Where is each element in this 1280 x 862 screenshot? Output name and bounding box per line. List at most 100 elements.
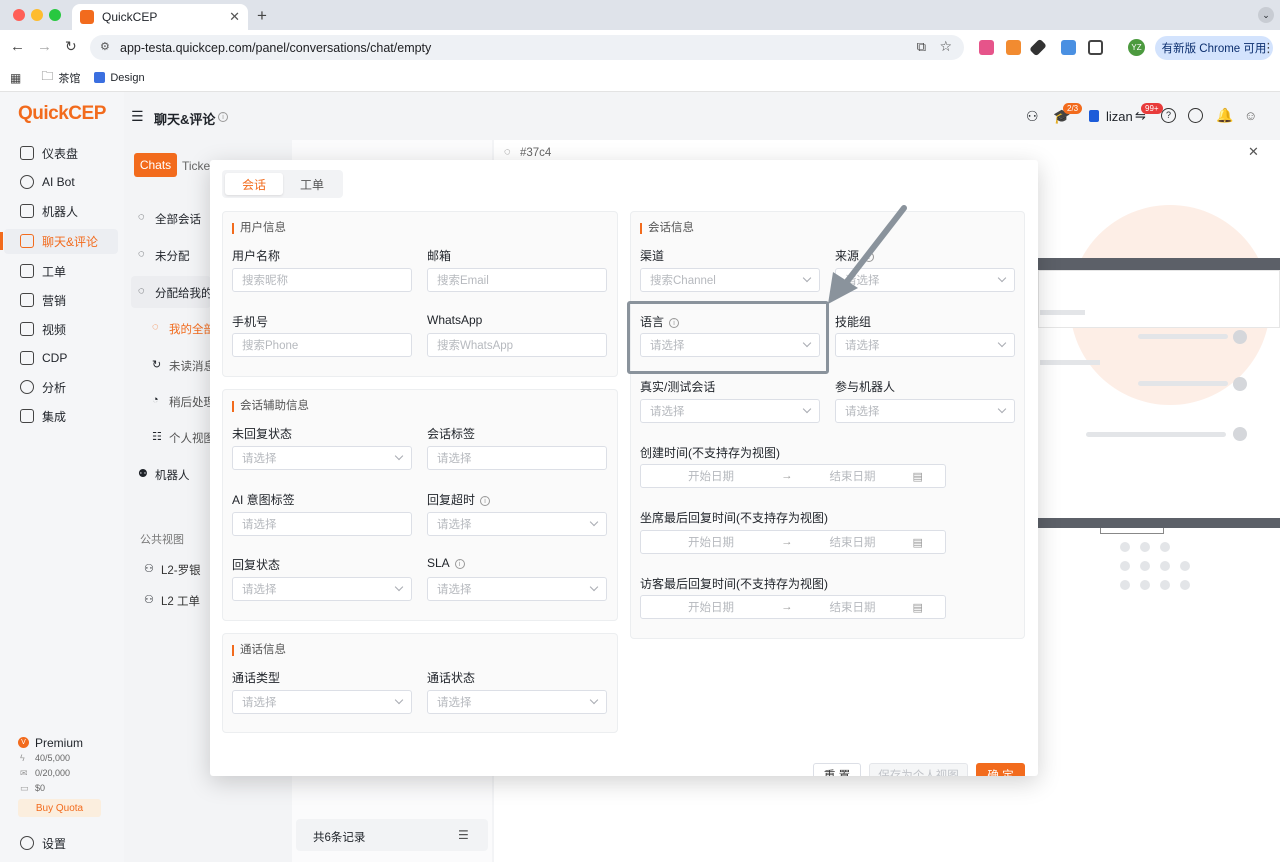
created-date-range[interactable]: 开始日期 → 结束日期 ▤: [640, 464, 946, 488]
public-view-l2-luoyin[interactable]: L2-罗银: [161, 562, 201, 578]
user-assign-icon[interactable]: ⚇: [1026, 108, 1039, 125]
channel-select[interactable]: 搜索Channel: [640, 268, 820, 292]
bell-icon[interactable]: 🔔: [1216, 107, 1233, 124]
conversation-id: #37c4: [520, 147, 552, 159]
sidebar-item-integration[interactable]: 集成: [20, 403, 120, 429]
view-bot[interactable]: 机器人: [155, 467, 190, 483]
notice-badge: 99+: [1141, 103, 1163, 114]
minimize-window-button[interactable]: [31, 9, 43, 21]
address-bar[interactable]: ⚙ app-testa.quickcep.com/panel/conversat…: [90, 35, 964, 60]
collapse-menu-icon[interactable]: ☰: [131, 108, 144, 125]
placeholder: 搜索WhatsApp: [437, 340, 514, 352]
chrome-update-button[interactable]: 有新版 Chrome 可用: [1155, 36, 1273, 60]
tab-conversation[interactable]: 会话: [225, 173, 283, 195]
agent-reply-date-range[interactable]: 开始日期 → 结束日期 ▤: [640, 530, 946, 554]
close-tab-icon[interactable]: ✕: [229, 9, 240, 25]
sidebar-item-robot[interactable]: 机器人: [20, 198, 120, 224]
sidebar-item-dashboard[interactable]: 仪表盘: [20, 140, 120, 166]
info-icon[interactable]: i: [218, 112, 228, 122]
call-type-select[interactable]: 请选择: [232, 690, 412, 714]
view-unassigned[interactable]: 未分配: [155, 248, 190, 264]
sidebar-item-cdp[interactable]: CDP: [20, 345, 120, 371]
user-name[interactable]: lizan: [1106, 109, 1133, 124]
browser-menu-icon[interactable]: ⋮: [1262, 40, 1275, 56]
sla-select[interactable]: 请选择: [427, 577, 607, 601]
tab-chats[interactable]: Chats: [134, 153, 177, 177]
call-status-select[interactable]: 请选择: [427, 690, 607, 714]
whatsapp-search-input[interactable]: 搜索WhatsApp: [427, 333, 607, 357]
close-window-button[interactable]: [13, 9, 25, 21]
end-date[interactable]: 结束日期: [793, 599, 913, 615]
globe-icon[interactable]: [1188, 108, 1203, 123]
bot-participant-select[interactable]: 请选择: [835, 399, 1015, 423]
bot-view-icon: ⚉: [138, 468, 148, 480]
sidebar-item-ai-bot[interactable]: AI Bot: [20, 169, 120, 195]
reply-status-select[interactable]: 请选择: [232, 577, 412, 601]
ai-intent-tag-select[interactable]: 请选择: [232, 512, 412, 536]
save-personal-view-button[interactable]: 保存为个人视图: [869, 763, 968, 776]
settings-nav-item[interactable]: 设置: [20, 830, 120, 856]
reset-button[interactable]: 重 置: [813, 763, 861, 776]
buy-quota-button[interactable]: Buy Quota: [18, 799, 101, 817]
sidebar-item-label: CDP: [42, 351, 68, 365]
bookmark-design[interactable]: Design: [110, 72, 144, 84]
avatar[interactable]: ☺: [1244, 108, 1257, 123]
view-personal[interactable]: 个人视图: [169, 430, 215, 446]
public-view-l2-ticket[interactable]: L2 工单: [161, 593, 200, 609]
visitor-reply-date-range[interactable]: 开始日期 → 结束日期 ▤: [640, 595, 946, 619]
sidebar-item-video[interactable]: 视频: [20, 316, 120, 342]
info-icon[interactable]: i: [480, 495, 491, 506]
reload-icon[interactable]: ↻: [65, 38, 77, 55]
skill-group-select[interactable]: 请选择: [835, 333, 1015, 357]
site-settings-icon[interactable]: ⚙: [100, 40, 110, 53]
end-date[interactable]: 结束日期: [793, 534, 913, 550]
new-tab-button[interactable]: +: [257, 6, 267, 26]
apps-grid-icon[interactable]: ▦: [10, 71, 21, 85]
real-test-select[interactable]: 请选择: [640, 399, 820, 423]
maximize-window-button[interactable]: [49, 9, 61, 21]
view-later[interactable]: 稍后处理: [169, 394, 215, 410]
bookmark-star-icon[interactable]: ☆: [939, 38, 952, 55]
info-icon[interactable]: i: [454, 558, 465, 569]
sidebar-item-analytics[interactable]: 分析: [20, 374, 120, 400]
sidebar-item-chat[interactable]: 聊天&评论: [20, 228, 120, 254]
tab-tickets[interactable]: Ticket: [182, 159, 214, 173]
list-layout-icon[interactable]: ☰: [458, 828, 469, 842]
cast-icon[interactable]: ⧉: [917, 39, 926, 55]
forward-icon[interactable]: →: [37, 38, 52, 55]
username-search-input[interactable]: 搜索昵称: [232, 268, 412, 292]
start-date[interactable]: 开始日期: [641, 599, 781, 615]
extension-4-icon[interactable]: [1061, 40, 1076, 55]
conversation-tag-select[interactable]: 请选择: [427, 446, 607, 470]
extensions-puzzle-icon[interactable]: [1088, 40, 1103, 55]
profile-avatar[interactable]: YZ: [1128, 39, 1145, 56]
start-date[interactable]: 开始日期: [641, 468, 781, 484]
sidebar-item-ticket[interactable]: 工单: [20, 258, 120, 284]
help-icon[interactable]: ?: [1161, 108, 1176, 123]
tab-ticket[interactable]: 工单: [283, 173, 341, 195]
start-date[interactable]: 开始日期: [641, 534, 781, 550]
close-icon[interactable]: ✕: [1248, 144, 1259, 160]
field-label: AI 意图标签: [232, 493, 295, 507]
extension-1-icon[interactable]: [979, 40, 994, 55]
extension-2-icon[interactable]: [1006, 40, 1021, 55]
unreplied-status-select[interactable]: 请选择: [232, 446, 412, 470]
placeholder: 搜索Email: [437, 275, 489, 287]
confirm-button[interactable]: 确 定: [976, 763, 1025, 776]
browser-tab[interactable]: QuickCEP ✕: [72, 4, 248, 30]
reply-timeout-select[interactable]: 请选择: [427, 512, 607, 536]
placeholder: 请选择: [845, 340, 880, 352]
email-search-input[interactable]: 搜索Email: [427, 268, 607, 292]
view-assigned-to-me[interactable]: 分配给我的: [155, 285, 213, 301]
view-all-chats[interactable]: 全部会话: [155, 211, 201, 227]
bookmark-teahouse[interactable]: 茶馆: [58, 70, 80, 86]
phone-search-input[interactable]: 搜索Phone: [232, 333, 412, 357]
view-unread[interactable]: 未读消息: [169, 358, 215, 374]
back-icon[interactable]: ←: [10, 38, 25, 55]
sidebar-item-marketing[interactable]: 营销: [20, 287, 120, 313]
view-my-all[interactable]: 我的全部: [169, 321, 215, 337]
tab-search-icon[interactable]: ⌄: [1258, 7, 1274, 23]
end-date[interactable]: 结束日期: [793, 468, 913, 484]
sidebar-item-label: 聊天&评论: [42, 234, 99, 249]
bulb-icon: [20, 380, 34, 394]
